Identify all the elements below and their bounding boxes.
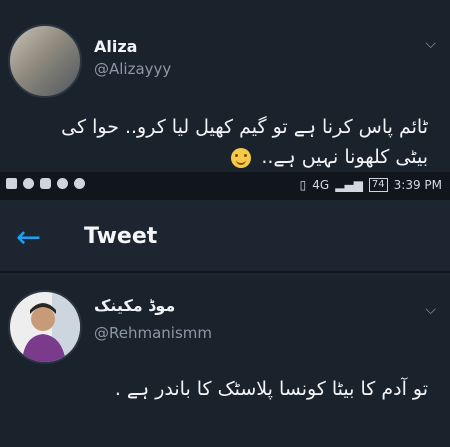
network-type: 4G xyxy=(312,178,330,192)
vpn-icon xyxy=(74,178,85,189)
battery-level: 74 xyxy=(368,178,388,192)
tweet-header: ← Tweet xyxy=(0,200,450,277)
author-name[interactable]: Aliza xyxy=(94,37,137,56)
status-bar: ▯ 4G ▂▄▆ 74 3:39 PM xyxy=(0,172,450,200)
tweet-card[interactable]: Aliza @Alizayyy ⌵ ٹائم پاس کرنا ہے تو گی… xyxy=(0,0,450,172)
tweet-text-line: ٹائم پاس کرنا ہے تو گیم کھیل لیا کرو.. ح… xyxy=(61,116,428,138)
back-arrow-icon[interactable]: ← xyxy=(16,220,41,256)
tweet-text: تو آدم کا بیٹا کونسا پلاسٹک کا باندر ہے … xyxy=(114,378,428,400)
page-title: Tweet xyxy=(84,224,158,249)
system-status: ▯ 4G ▂▄▆ 74 3:39 PM xyxy=(300,178,442,192)
tweet-text-line-2: بیٹی کلھونا نہیں ہے.. xyxy=(61,142,428,172)
divider xyxy=(0,271,450,273)
avatar[interactable] xyxy=(8,24,82,98)
chevron-down-icon[interactable]: ⌵ xyxy=(425,36,436,52)
author-name[interactable]: موڈ مکینک xyxy=(94,296,175,315)
tweet-text: ٹائم پاس کرنا ہے تو گیم کھیل لیا کرو.. ح… xyxy=(61,112,428,172)
tweet-card[interactable]: موڈ مکینک @Rehmanismm ⌵ تو آدم کا بیٹا ک… xyxy=(0,276,450,447)
facebook-icon xyxy=(6,178,17,189)
tweet-text-line: بیٹی کلھونا نہیں ہے.. xyxy=(261,146,428,168)
notification-icons xyxy=(6,178,85,189)
status-time: 3:39 PM xyxy=(393,178,442,192)
author-handle[interactable]: @Rehmanismm xyxy=(94,324,212,342)
messenger-icon xyxy=(57,178,68,189)
smiling-face-icon xyxy=(231,147,252,168)
vibrate-icon: ▯ xyxy=(299,178,307,192)
chevron-down-icon[interactable]: ⌵ xyxy=(425,302,436,318)
avatar[interactable] xyxy=(8,290,82,364)
signal-icon: ▂▄▆ xyxy=(335,178,363,192)
author-handle[interactable]: @Alizayyy xyxy=(94,60,171,78)
instagram-icon xyxy=(40,178,51,189)
avatar-photo xyxy=(10,292,80,362)
chat-icon xyxy=(23,178,34,189)
